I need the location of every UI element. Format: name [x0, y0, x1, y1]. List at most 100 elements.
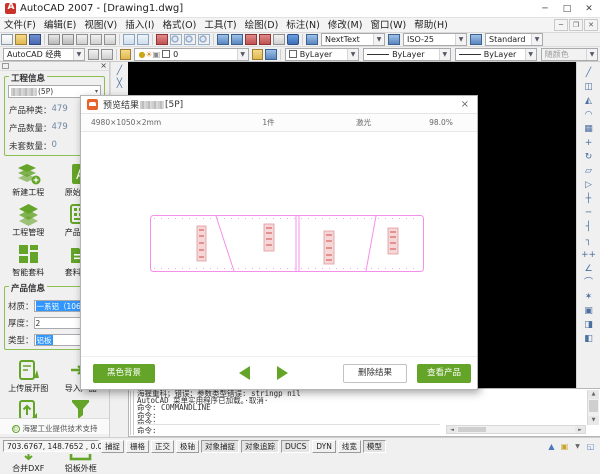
menu-draw[interactable]: 绘图(D)	[241, 18, 283, 33]
menu-tools[interactable]: 工具(T)	[200, 18, 240, 33]
toolpalettes-icon[interactable]	[245, 34, 257, 45]
menu-edit[interactable]: 编辑(E)	[40, 18, 80, 33]
scale-icon[interactable]: ▱	[581, 164, 596, 178]
minimize-button[interactable]: ─	[534, 0, 556, 18]
sun-icon[interactable]: ☀	[145, 50, 152, 59]
workspace-save-icon[interactable]	[101, 48, 113, 60]
trim-icon[interactable]: ┼	[581, 192, 596, 206]
menu-view[interactable]: 视图(V)	[80, 18, 121, 33]
chevron-down-icon[interactable]: ▼	[572, 441, 583, 452]
toggle-otrack[interactable]: 对象追踪	[241, 439, 279, 453]
layer-previous-icon[interactable]	[251, 48, 264, 60]
smart-nesting-button[interactable]: 智能套料	[2, 242, 55, 278]
scroll-right-icon[interactable]: ►	[575, 426, 585, 433]
command-horizontal-scrollbar[interactable]: ◄ ►	[446, 425, 586, 434]
array-icon[interactable]: ▦	[581, 122, 596, 136]
toggle-grid[interactable]: 栅格	[126, 439, 149, 453]
redo-icon[interactable]	[137, 34, 149, 45]
make-block-icon[interactable]: ◧	[581, 332, 596, 346]
copy-object-icon[interactable]: ◫	[581, 80, 596, 94]
linetype-combo[interactable]: ByLayer ▼	[363, 47, 451, 61]
color-combo[interactable]: ByLayer ▼	[284, 47, 360, 61]
toggle-polar[interactable]: 极轴	[176, 439, 199, 453]
toggle-snap[interactable]: 捕捉	[101, 439, 124, 453]
menu-window[interactable]: 窗口(W)	[366, 18, 410, 33]
command-vertical-scrollbar[interactable]: ▲ ▼	[587, 390, 599, 425]
workspace-settings-icon[interactable]	[87, 48, 100, 60]
block-icon[interactable]: ▣	[581, 304, 596, 318]
open-icon[interactable]	[15, 34, 27, 45]
dim-style-icon[interactable]	[388, 34, 400, 45]
text-style-icon[interactable]	[306, 34, 318, 45]
fillet-icon[interactable]: ⌒	[581, 276, 596, 290]
offset-icon[interactable]: ◠	[581, 108, 596, 122]
chevron-down-icon[interactable]: ▼	[524, 48, 536, 60]
black-background-button[interactable]: 黑色背景	[93, 364, 155, 383]
annotation-icon[interactable]: ▲	[546, 441, 557, 452]
maximize-button[interactable]: □	[556, 0, 578, 18]
menu-file[interactable]: 文件(F)	[0, 18, 40, 33]
next-arrow-icon[interactable]	[277, 366, 288, 380]
chevron-down-icon[interactable]: ▼	[72, 48, 84, 60]
menu-insert[interactable]: 插入(I)	[121, 18, 158, 33]
new-icon[interactable]	[1, 34, 13, 45]
zoom-previous-icon[interactable]	[198, 34, 210, 45]
command-prompt[interactable]: 命令:	[137, 424, 440, 435]
menu-dimension[interactable]: 标注(N)	[282, 18, 324, 33]
menu-help[interactable]: 帮助(H)	[410, 18, 452, 33]
panel-close-icon[interactable]: ×	[100, 62, 107, 70]
toggle-ortho[interactable]: 正交	[151, 439, 174, 453]
break-icon[interactable]: ┐	[581, 234, 596, 248]
save-icon[interactable]	[29, 34, 41, 45]
upload-unfold-button[interactable]: 上传展开图	[2, 358, 55, 394]
break-point-icon[interactable]: ┤	[581, 220, 596, 234]
explode-icon[interactable]: ✶	[581, 290, 596, 304]
mirror-icon[interactable]: ◭	[581, 94, 596, 108]
chevron-down-icon[interactable]: ▼	[236, 48, 248, 60]
erase-icon[interactable]: ╱	[581, 66, 596, 80]
help-icon[interactable]	[287, 34, 299, 45]
mdi-close-button[interactable]: ✕	[584, 19, 598, 31]
line-icon[interactable]: ╱	[113, 65, 127, 78]
workspace-combo[interactable]: AutoCAD 经典 ▼	[3, 47, 85, 61]
join-icon[interactable]: ++	[581, 248, 596, 262]
command-window[interactable]: 海猩重科；错误：参数类型错误: stringp nil AutoCAD 菜单实用…	[128, 388, 600, 437]
layer-states-icon[interactable]	[265, 48, 277, 60]
layer-combo[interactable]: ● ☀ ▣ 0 ▼	[134, 47, 249, 61]
toggle-lineweight[interactable]: 线宽	[337, 439, 361, 453]
paste-icon[interactable]	[104, 34, 116, 45]
bulb-icon[interactable]: ●	[138, 50, 145, 59]
toggle-osnap[interactable]: 对象捕捉	[201, 439, 239, 453]
command-window-grip[interactable]	[130, 391, 134, 435]
toggle-model[interactable]: 模型	[362, 439, 386, 453]
scroll-down-icon[interactable]: ▼	[588, 416, 599, 425]
scroll-left-icon[interactable]: ◄	[447, 426, 457, 433]
move-icon[interactable]: +	[581, 136, 596, 150]
markup-icon[interactable]	[273, 34, 285, 45]
lineweight-combo[interactable]: ByLayer ▼	[454, 47, 537, 61]
chevron-down-icon[interactable]: ▼	[373, 34, 384, 45]
chevron-down-icon[interactable]: ▾	[95, 88, 100, 95]
extend-icon[interactable]: ─	[581, 206, 596, 220]
stretch-icon[interactable]: ▷	[581, 178, 596, 192]
scrollbar-thumb[interactable]	[589, 400, 598, 412]
dim-style-combo[interactable]: ISO-25 ▼	[403, 33, 467, 46]
lock-icon[interactable]: ▣	[153, 50, 161, 59]
scroll-up-icon[interactable]: ▲	[588, 390, 599, 399]
sheetset-icon[interactable]	[259, 34, 271, 45]
chamfer-icon[interactable]: ∠	[581, 262, 596, 276]
plot-preview-icon[interactable]	[62, 34, 74, 45]
preview-canvas[interactable]	[81, 132, 477, 356]
chevron-down-icon[interactable]: ▼	[531, 34, 542, 45]
pan-icon[interactable]	[156, 34, 168, 45]
mdi-minimize-button[interactable]: ─	[554, 19, 568, 31]
chevron-down-icon[interactable]: ▼	[455, 34, 466, 45]
plot-icon[interactable]	[48, 34, 60, 45]
chevron-down-icon[interactable]: ▼	[438, 48, 450, 60]
toolbar-lock-icon[interactable]: ▣	[559, 441, 570, 452]
zoom-realtime-icon[interactable]	[170, 34, 182, 45]
delete-result-button[interactable]: 删除结果	[343, 364, 407, 383]
view-product-button[interactable]: 查看产品	[417, 364, 471, 383]
menu-modify[interactable]: 修改(M)	[324, 18, 367, 33]
zoom-window-icon[interactable]	[184, 34, 196, 45]
